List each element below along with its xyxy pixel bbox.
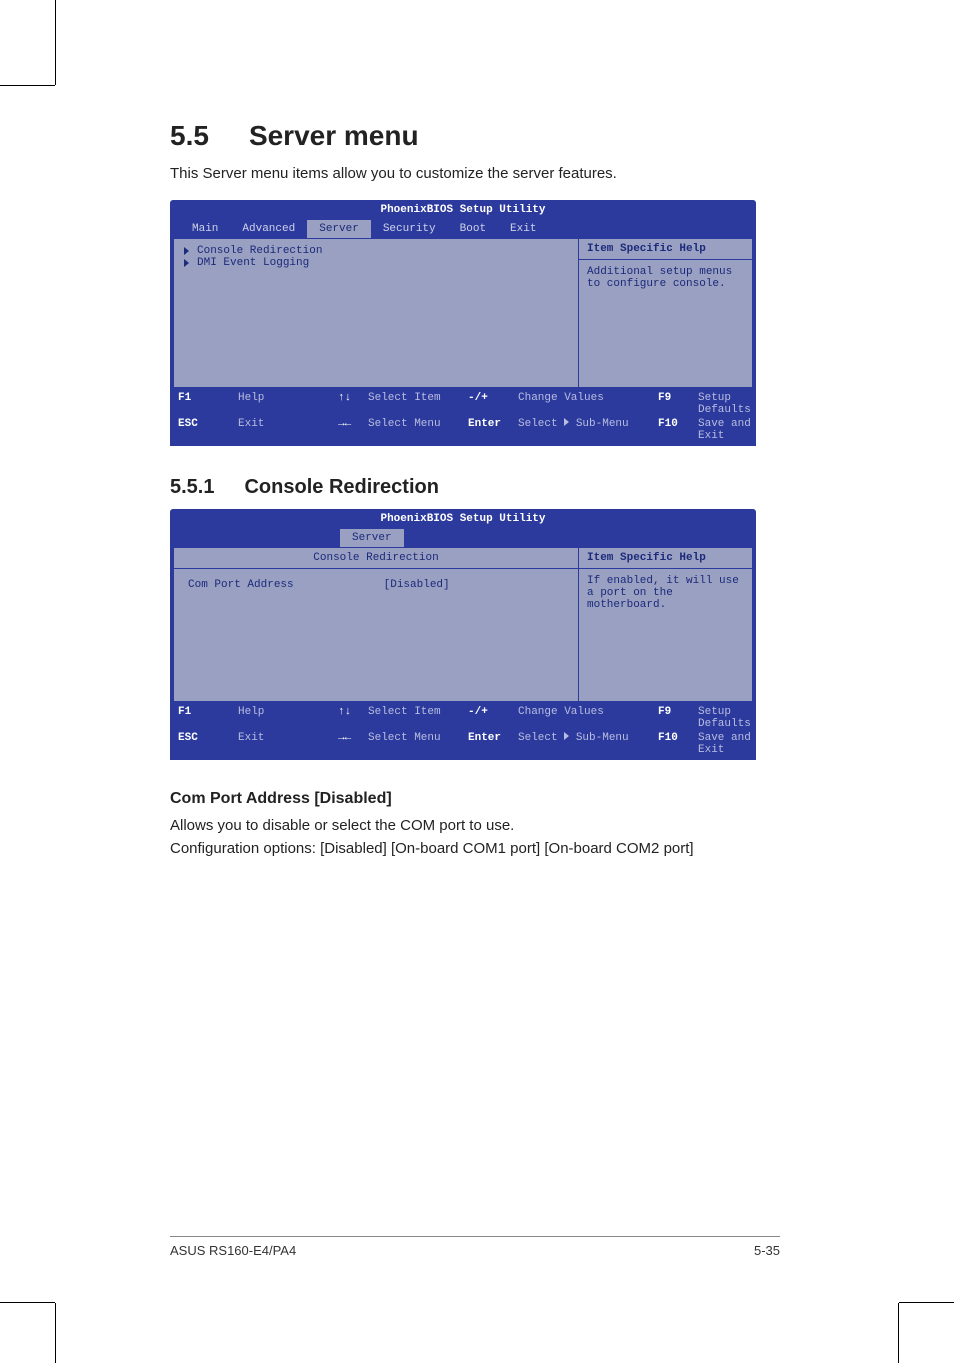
key-f1: F1 (178, 706, 238, 730)
key-label-select-menu: Select Menu (368, 418, 468, 442)
option-description: Allows you to disable or select the COM … (170, 816, 780, 836)
crop-mark (0, 85, 55, 86)
key-label-help: Help (238, 392, 338, 416)
subsection-number: 5.5.1 (170, 476, 214, 499)
menu-item-dmi-event-logging[interactable]: DMI Event Logging (184, 257, 568, 269)
bios-screenshot-console-redirection: PhoenixBIOS Setup Utility Server Console… (170, 509, 756, 760)
section-title: Server menu (249, 120, 419, 152)
bios-help-pane: Item Specific Help If enabled, it will u… (578, 547, 753, 702)
tab-exit[interactable]: Exit (498, 220, 548, 238)
key-f1: F1 (178, 392, 238, 416)
key-label-save-exit: Save and Exit (698, 732, 751, 756)
leftright-arrows-icon: →← (338, 418, 368, 442)
key-label-exit: Exit (238, 732, 338, 756)
tab-server[interactable]: Server (307, 220, 371, 238)
option-config-options: Configuration options: [Disabled] [On-bo… (170, 839, 780, 859)
key-label-select-item: Select Item (368, 392, 468, 416)
page-footer: ASUS RS160-E4/PA4 5-35 (170, 1236, 780, 1258)
crop-mark (898, 1303, 899, 1363)
key-label-select-submenu: Select Sub-Menu (518, 732, 658, 756)
help-heading: Item Specific Help (579, 239, 752, 260)
tab-security[interactable]: Security (371, 220, 448, 238)
subsection-title: Console Redirection (244, 476, 438, 499)
menu-item-label: Console Redirection (197, 245, 322, 257)
field-com-port-address[interactable]: Com Port Address [Disabled] (188, 577, 564, 593)
key-enter: Enter (468, 418, 518, 442)
updown-arrows-icon: ↑↓ (338, 706, 368, 730)
key-label-setup-defaults: Setup Defaults (698, 392, 751, 416)
key-label-select-submenu: Select Sub-Menu (518, 418, 658, 442)
key-label-help: Help (238, 706, 338, 730)
field-label: Com Port Address (188, 579, 294, 591)
crop-mark (55, 0, 56, 85)
option-heading: Com Port Address [Disabled] (170, 790, 780, 808)
section-number: 5.5 (170, 120, 209, 152)
field-value: [Disabled] (384, 579, 450, 591)
tab-boot[interactable]: Boot (448, 220, 498, 238)
key-f10: F10 (658, 418, 698, 442)
bios-help-pane: Item Specific Help Additional setup menu… (578, 238, 753, 388)
key-f9: F9 (658, 706, 698, 730)
key-plusminus: -/+ (468, 392, 518, 416)
key-f9: F9 (658, 392, 698, 416)
key-label-save-exit: Save and Exit (698, 418, 751, 442)
bios-tab-bar: Server (170, 529, 756, 547)
key-label-select-item: Select Item (368, 706, 468, 730)
menu-item-console-redirection[interactable]: Console Redirection (184, 245, 568, 257)
bios-key-legend: F1 Help ↑↓ Select Item -/+ Change Values… (170, 702, 756, 760)
key-enter: Enter (468, 732, 518, 756)
help-heading: Item Specific Help (579, 548, 752, 569)
key-plusminus: -/+ (468, 706, 518, 730)
submenu-arrow-icon (184, 247, 189, 255)
intro-paragraph: This Server menu items allow you to cust… (170, 164, 780, 184)
footer-product: ASUS RS160-E4/PA4 (170, 1243, 296, 1258)
key-label-change-values: Change Values (518, 392, 658, 416)
leftright-arrows-icon: →← (338, 732, 368, 756)
bios-tab-bar: Main Advanced Server Security Boot Exit (170, 220, 756, 238)
help-body: If enabled, it will use a port on the mo… (579, 569, 752, 689)
bios-title: PhoenixBIOS Setup Utility (170, 509, 756, 529)
bios-menu-pane: Console Redirection Com Port Address [Di… (173, 547, 578, 702)
crop-mark (899, 1302, 954, 1303)
submenu-arrow-icon (184, 259, 189, 267)
key-label-select-menu: Select Menu (368, 732, 468, 756)
footer-page-number: 5-35 (754, 1243, 780, 1258)
key-esc: ESC (178, 732, 238, 756)
key-esc: ESC (178, 418, 238, 442)
tab-advanced[interactable]: Advanced (230, 220, 307, 238)
bios-menu-pane: Console Redirection DMI Event Logging (173, 238, 578, 388)
key-label-exit: Exit (238, 418, 338, 442)
help-body: Additional setup menus to configure cons… (579, 260, 752, 380)
crop-mark (0, 1302, 55, 1303)
tab-server[interactable]: Server (340, 529, 404, 547)
crop-mark (55, 1303, 56, 1363)
bios-screenshot-server-menu: PhoenixBIOS Setup Utility Main Advanced … (170, 200, 756, 446)
menu-item-label: DMI Event Logging (197, 257, 309, 269)
pane-section-header: Console Redirection (174, 548, 578, 569)
updown-arrows-icon: ↑↓ (338, 392, 368, 416)
key-f10: F10 (658, 732, 698, 756)
bios-title: PhoenixBIOS Setup Utility (170, 200, 756, 220)
key-label-setup-defaults: Setup Defaults (698, 706, 751, 730)
bios-key-legend: F1 Help ↑↓ Select Item -/+ Change Values… (170, 388, 756, 446)
tab-main[interactable]: Main (180, 220, 230, 238)
key-label-change-values: Change Values (518, 706, 658, 730)
